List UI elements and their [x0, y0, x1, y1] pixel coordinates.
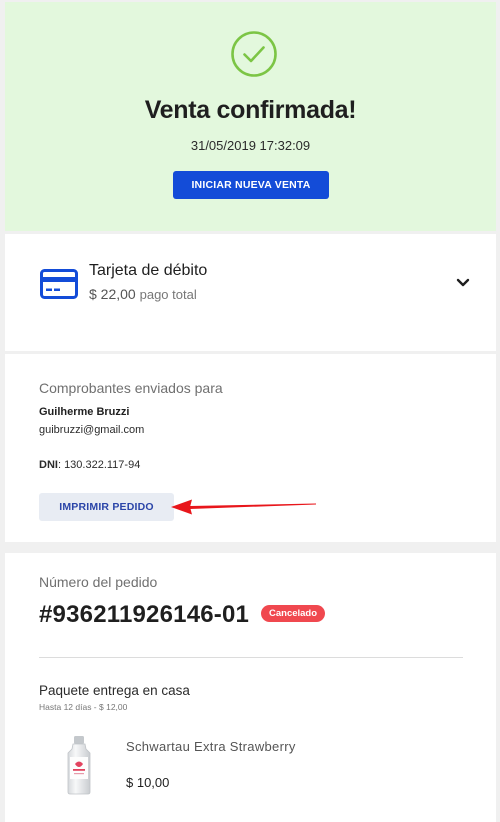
- credit-card-icon: [40, 269, 78, 299]
- receipts-heading: Comprobantes enviados para: [39, 380, 223, 396]
- customer-name: Guilherme Bruzzi: [39, 406, 130, 418]
- confirmation-title: Venta confirmada!: [144, 96, 357, 124]
- payment-summary[interactable]: Tarjeta de débito $ 22,00 pago total: [5, 234, 496, 351]
- confirmation-datetime: 31/05/2019 17:32:09: [190, 138, 311, 153]
- product-name: Schwartau Extra Strawberry: [126, 739, 296, 754]
- divider: [39, 657, 463, 658]
- order-number: #936211926146-01: [39, 601, 250, 628]
- product-bottle-image: [67, 736, 91, 795]
- dni-label: DNI: [39, 459, 58, 471]
- new-sale-button[interactable]: INICIAR NUEVA VENTA: [173, 171, 329, 199]
- payment-amount-label: pago total: [139, 287, 197, 302]
- annotation-arrow-icon: [171, 499, 316, 515]
- check-circle-icon: [231, 31, 277, 77]
- payment-method: Tarjeta de débito: [89, 262, 208, 279]
- order-number-label: Número del pedido: [39, 574, 158, 590]
- receipts-panel: Comprobantes enviados para Guilherme Bru…: [5, 354, 496, 542]
- customer-email: guibruzzi@gmail.com: [39, 424, 145, 436]
- dni-value: : 130.322.117-94: [57, 459, 141, 471]
- customer-dni: DNI: 130.322.117-94: [39, 459, 140, 471]
- product-price: $ 10,00: [126, 775, 170, 790]
- print-order-button[interactable]: IMPRIMIR PEDIDO: [39, 493, 174, 521]
- status-badge: Cancelado: [261, 605, 326, 622]
- confirmation-panel: Venta confirmada! 31/05/2019 17:32:09 IN…: [5, 2, 496, 231]
- order-panel: Número del pedido #936211926146-01 Cance…: [5, 553, 496, 822]
- package-subtitle: Hasta 12 días - $ 12,00: [39, 702, 128, 712]
- chevron-down-icon[interactable]: [456, 278, 470, 288]
- package-title: Paquete entrega en casa: [39, 683, 190, 698]
- payment-amount: $ 22,00: [89, 286, 136, 302]
- payment-amount-line: $ 22,00 pago total: [89, 286, 197, 302]
